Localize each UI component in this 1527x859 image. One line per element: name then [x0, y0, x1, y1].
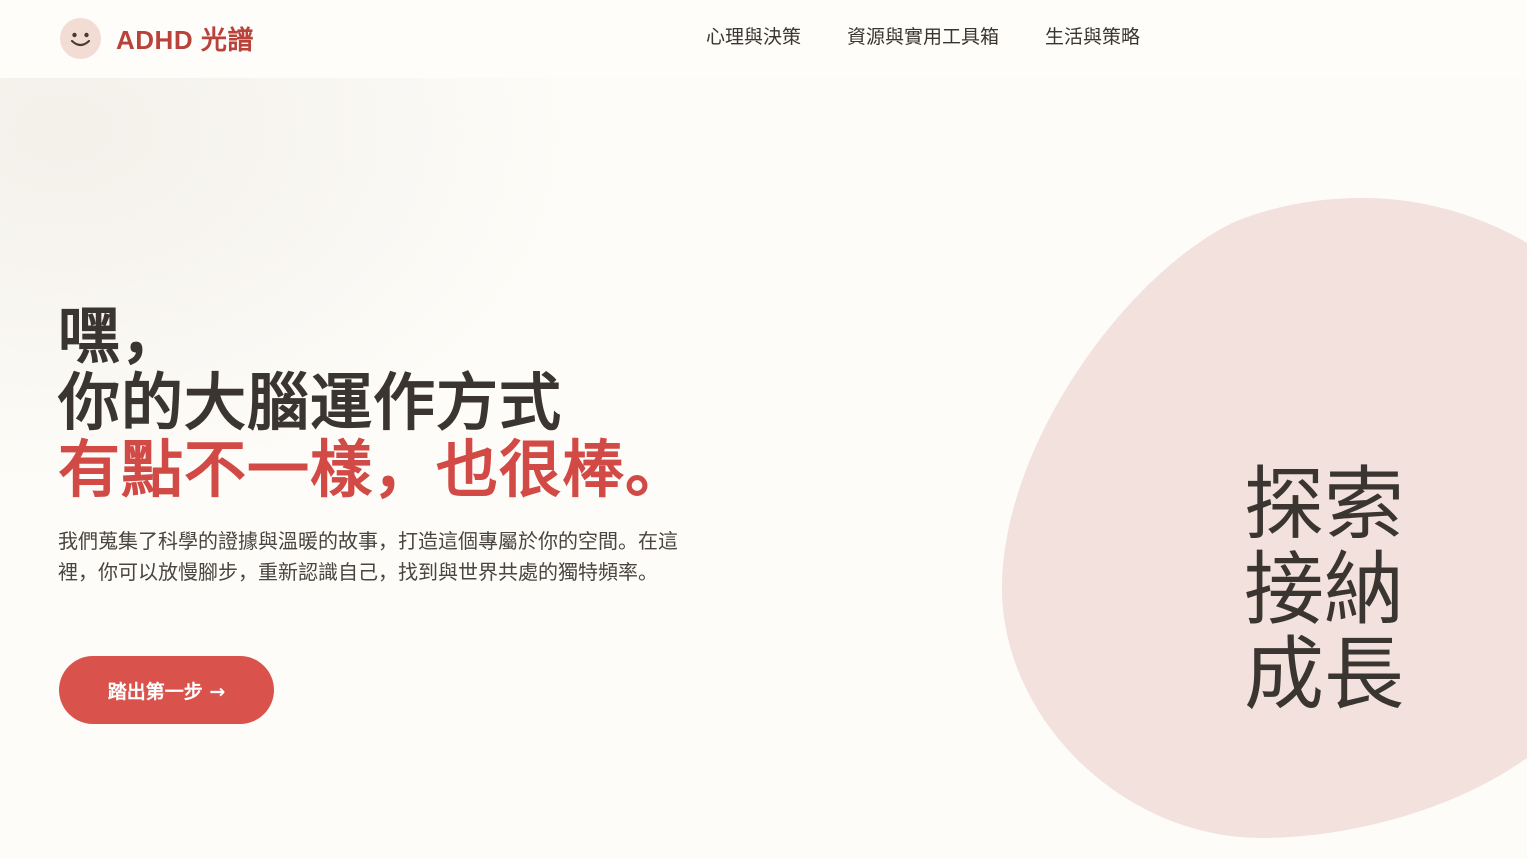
nav-item-psychology-decisions[interactable]: 心理與決策	[706, 24, 801, 50]
nav-item-life-strategies[interactable]: 生活與策略	[1045, 24, 1140, 50]
first-step-button[interactable]: 踏出第一步 →	[59, 656, 274, 724]
hero-description: 我們蒐集了科學的證據與溫暖的故事，打造這個專屬於你的空間。在這裡，你可以放慢腳步…	[58, 529, 678, 584]
hero-title-line-3: 有點不一樣，也很棒。	[58, 433, 689, 506]
site-header: ADHD 光譜 心理與決策 資源與實用工具箱 生活與策略	[0, 0, 1527, 78]
feature-word-grow: 成長	[1244, 628, 1404, 721]
nav-item-resources-toolbox[interactable]: 資源與實用工具箱	[847, 24, 999, 50]
hero-title-line-2: 你的大腦運作方式	[58, 366, 563, 439]
hero-title: 嘿， 你的大腦運作方式 有點不一樣，也很棒。	[58, 302, 688, 503]
feature-words: 探索 接納 成長	[1244, 462, 1404, 717]
smiley-face-icon	[60, 17, 101, 59]
feature-word-accept: 接納	[1244, 543, 1404, 636]
feature-word-explore: 探索	[1244, 458, 1404, 551]
hero-title-line-1: 嘿，	[58, 299, 185, 372]
main-nav: 心理與決策 資源與實用工具箱 生活與策略	[706, 24, 1186, 50]
logo-text: ADHD 光譜	[116, 24, 254, 55]
site-logo[interactable]: ADHD 光譜	[60, 17, 254, 59]
